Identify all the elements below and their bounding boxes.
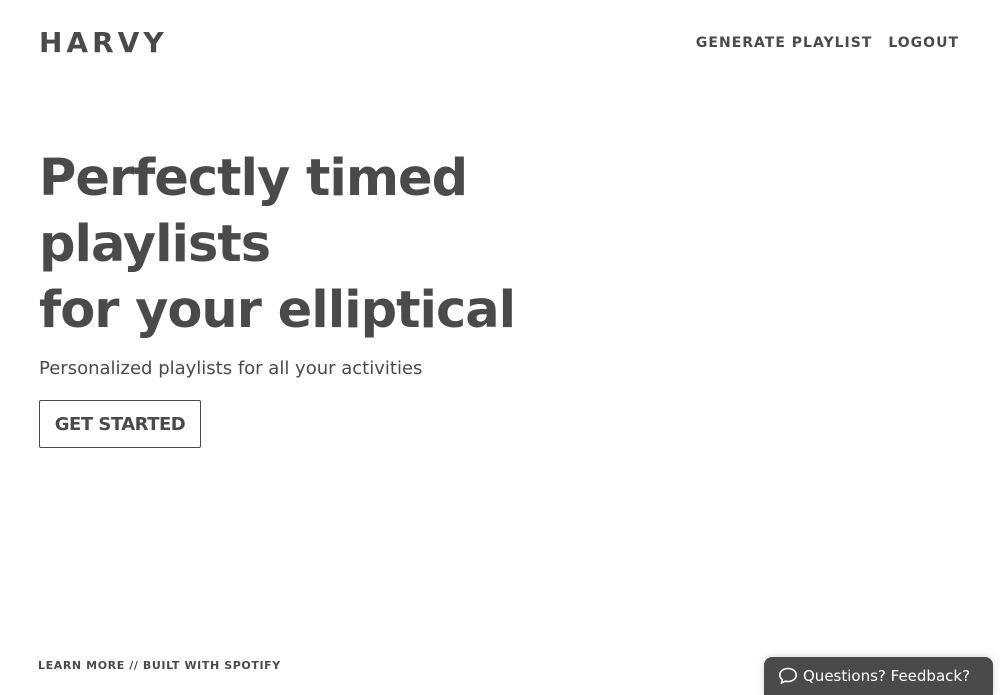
hero-title-line-3: for your elliptical bbox=[39, 281, 516, 340]
hero-title: Perfectly timed playlists for your ellip… bbox=[39, 146, 516, 344]
feedback-widget-button[interactable]: Questions? Feedback? bbox=[764, 657, 993, 695]
hero-subtitle: Personalized playlists for all your acti… bbox=[39, 358, 423, 379]
feedback-label: Questions? Feedback? bbox=[803, 667, 971, 685]
nav-generate-playlist-link[interactable]: GENERATE PLAYLIST bbox=[696, 34, 872, 52]
top-nav: GENERATE PLAYLIST LOGOUT bbox=[696, 34, 959, 52]
hero-title-line-2: playlists bbox=[39, 215, 271, 274]
brand-logo[interactable]: HARVY bbox=[39, 25, 168, 61]
footer-learn-more-link[interactable]: LEARN MORE // BUILT WITH SPOTIFY bbox=[38, 659, 281, 673]
speech-bubble-icon bbox=[778, 666, 798, 686]
site-header: HARVY GENERATE PLAYLIST LOGOUT bbox=[0, 0, 1002, 86]
nav-logout-link[interactable]: LOGOUT bbox=[888, 34, 959, 52]
hero-title-line-1: Perfectly timed bbox=[39, 149, 468, 208]
get-started-button[interactable]: GET STARTED bbox=[39, 400, 201, 448]
